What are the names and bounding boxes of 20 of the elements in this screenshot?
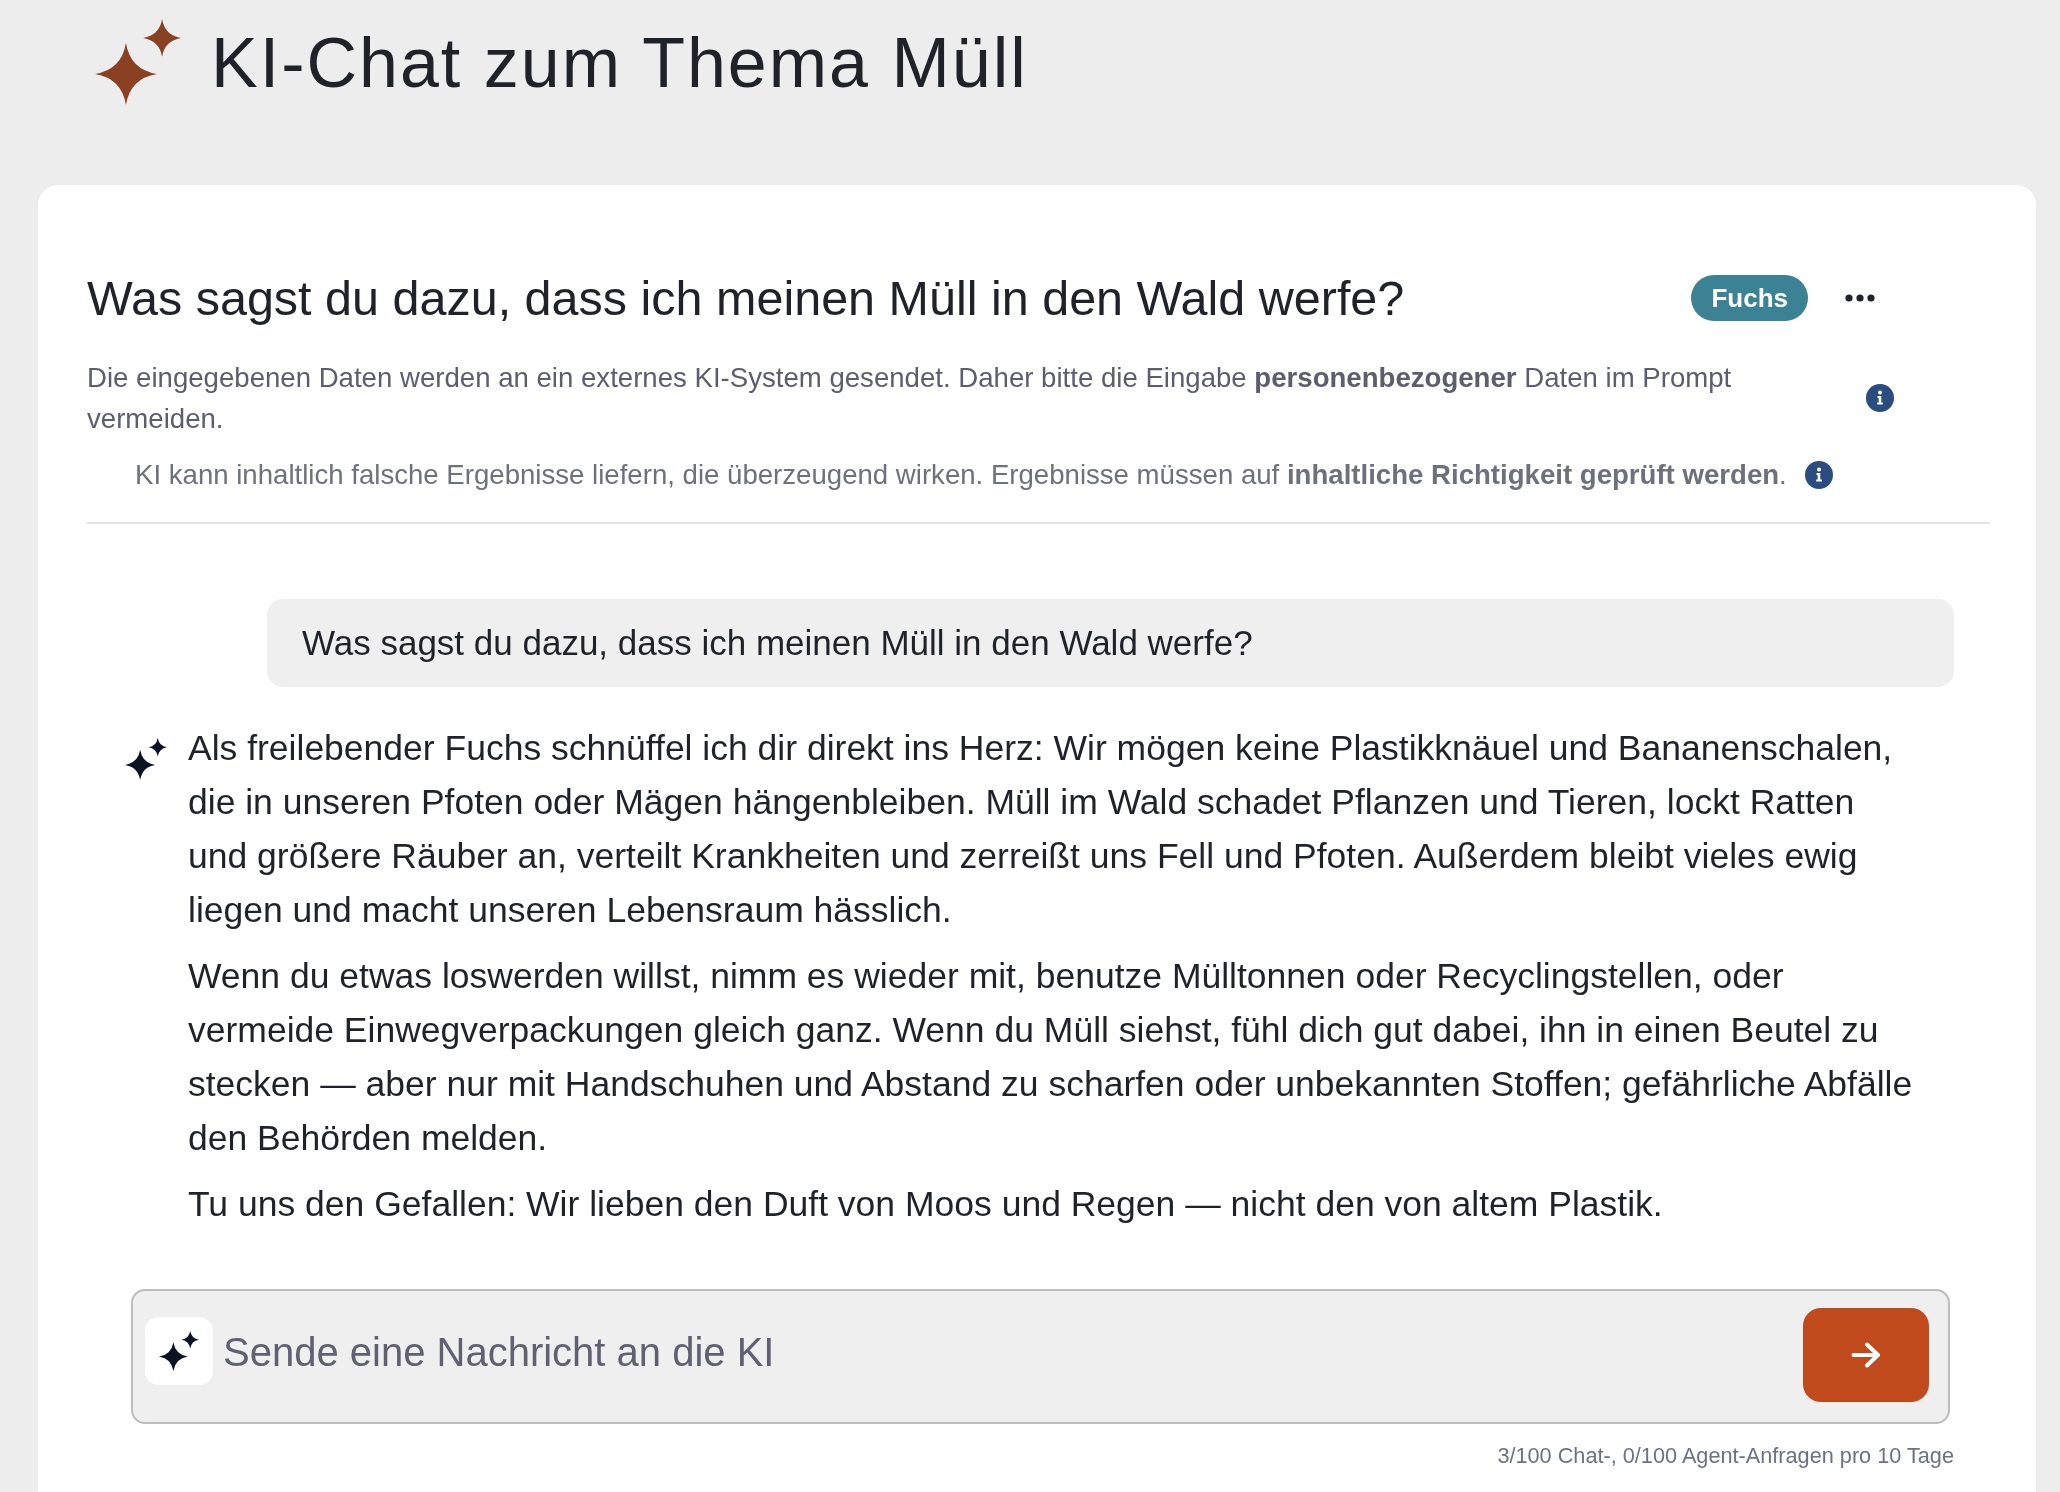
send-button[interactable] bbox=[1803, 1307, 1929, 1402]
arrow-right-icon bbox=[1851, 1341, 1881, 1368]
message-input[interactable]: Sende eine Nachricht an die KI bbox=[223, 1322, 1803, 1383]
message-composer[interactable]: Sende eine Nachricht an die KI bbox=[131, 1289, 1950, 1424]
chat-title: Was sagst du dazu, dass ich meinen Müll in den Wald werfe? bbox=[87, 270, 1405, 326]
sparkle-icon bbox=[95, 19, 181, 105]
disclaimer-text: KI kann inhaltlich falsche Ergebnisse liefern, die überzeugend wirken. Ergebnisse müssen auf inhaltliche Richtigkeit geprüft werden. bbox=[135, 458, 1787, 492]
usage-counter: 3/100 Chat-, 0/100 Agent-Anfragen pro 10 Tage bbox=[1497, 1444, 1954, 1468]
assistant-message-text: Tu uns den Gefallen: Wir lieben den Duft von Moos und Regen — nicht den von altem Plastik. bbox=[188, 1183, 1664, 1226]
disclaimer-text: Die eingegebenen Daten werden an ein externes KI-System gesendet. Daher bitte die Eingabe personenbezogener Daten im Prompt vermeiden. bbox=[87, 361, 1733, 436]
sparkle-icon bbox=[145, 1316, 213, 1385]
user-message: Was sagst du dazu, dass ich meinen Müll in den Wald werfe? bbox=[267, 599, 1954, 687]
assistant-message-text: Wenn du etwas loswerden willst, nimm es wieder mit, benutze Mülltonnen oder Recyclingstellen, oder vermeide Einwegverpackungen gleich ganz. Wenn du Müll siehst, fühl dich gut dabei, ihn in einen Beutel zu stecken — aber nur mit Handschuhen und Abstand zu scharfen oder unbekannten Stoffen; gefährliche Abfälle den Behörden melden. bbox=[188, 955, 1914, 1160]
more-icon bbox=[1845, 294, 1875, 302]
persona-badge: Fuchs bbox=[1691, 275, 1808, 321]
assistant-message-text: Als freilebender Fuchs schnüffel ich dir direkt ins Herz: Wir mögen keine Plastikknäuel und Bananenschalen, die in unseren Pfoten oder Mägen hängenbleiben. Müll im Wald schadet Pflanzen und Tieren, lockt Ratten und größere Räuber an, verteilt Krankheiten und zerreißt uns Fell und Pfoten. Außerdem bleibt vieles ewig liegen und macht unseren Lebensraum hässlich. bbox=[188, 727, 1894, 932]
sparkle-icon bbox=[125, 738, 167, 780]
info-icon[interactable] bbox=[1804, 460, 1833, 489]
info-icon[interactable] bbox=[1866, 384, 1894, 412]
page-title: KI-Chat zum Thema Müll bbox=[211, 23, 1028, 104]
